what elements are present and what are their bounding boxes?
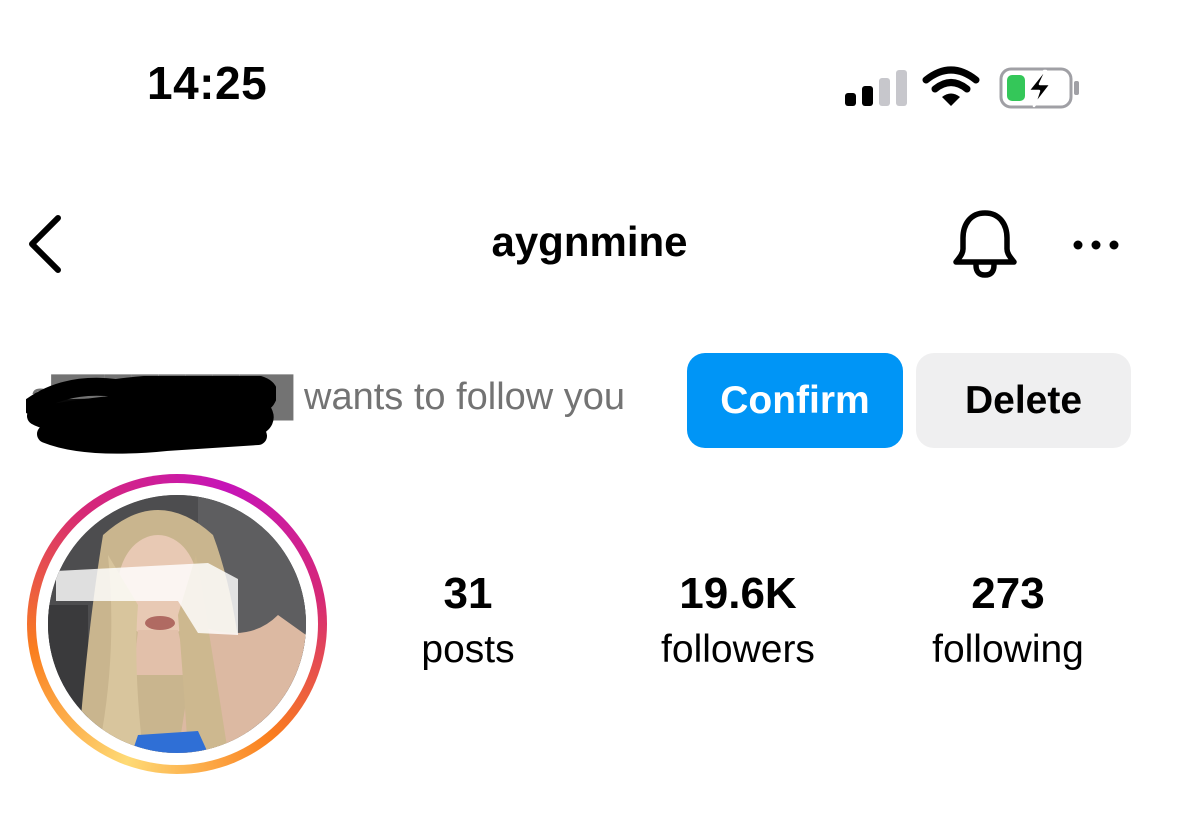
redaction-scribble bbox=[26, 376, 276, 454]
avatar bbox=[48, 495, 306, 753]
chevron-left-icon bbox=[29, 215, 61, 273]
notifications-button[interactable] bbox=[948, 205, 1022, 283]
stat-value: 19.6K bbox=[679, 569, 797, 618]
battery-charging-icon bbox=[999, 67, 1079, 109]
profile-photo bbox=[48, 495, 306, 753]
status-time: 14:25 bbox=[147, 57, 268, 109]
stat-value: 273 bbox=[971, 569, 1045, 618]
confirm-button[interactable]: Confirm bbox=[687, 353, 903, 448]
wifi-icon bbox=[922, 66, 980, 106]
stat-label: posts bbox=[421, 628, 515, 671]
stat-posts[interactable]: 31 posts bbox=[388, 569, 548, 671]
stat-label: followers bbox=[661, 628, 815, 671]
stat-value: 31 bbox=[443, 569, 493, 618]
more-options-button[interactable] bbox=[1066, 225, 1126, 265]
delete-button[interactable]: Delete bbox=[916, 353, 1131, 448]
back-button[interactable] bbox=[20, 210, 70, 280]
story-ring[interactable] bbox=[27, 474, 327, 774]
cellular-signal-icon bbox=[845, 70, 907, 106]
bell-icon bbox=[953, 210, 1017, 278]
stat-followers[interactable]: 19.6K followers bbox=[628, 569, 848, 671]
stat-label: following bbox=[932, 628, 1084, 671]
more-horizontal-icon bbox=[1073, 240, 1119, 250]
stat-following[interactable]: 273 following bbox=[898, 569, 1118, 671]
